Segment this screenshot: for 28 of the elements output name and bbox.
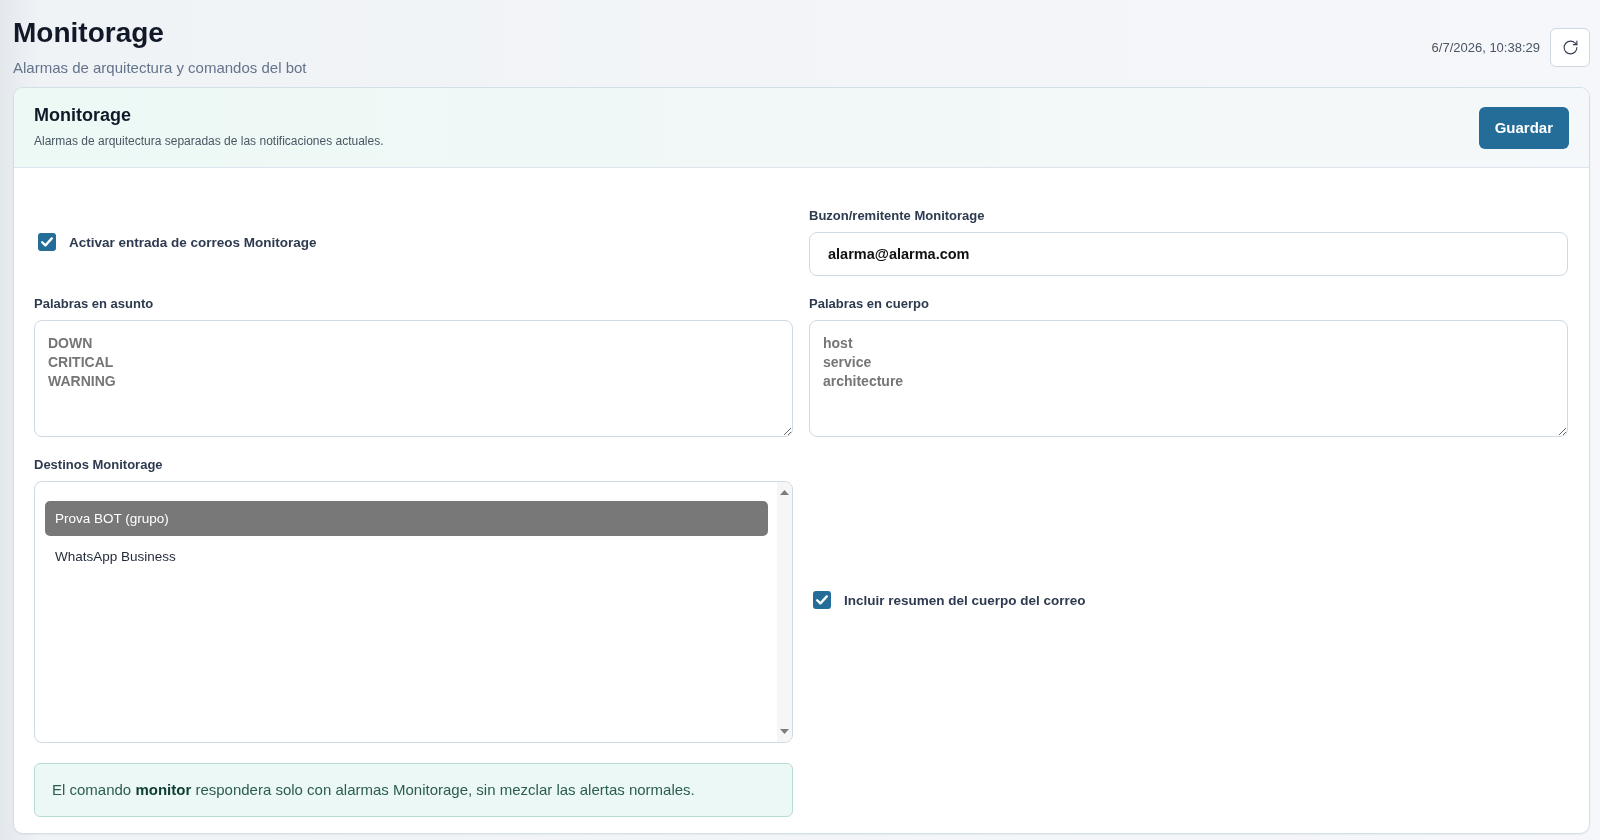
list-option[interactable]: Prova BOT (grupo) xyxy=(45,501,768,536)
checkmark-icon xyxy=(816,595,828,605)
checkbox-label: Incluir resumen del cuerpo del correo xyxy=(844,592,1086,608)
timestamp: 6/7/2026, 10:38:29 xyxy=(1431,39,1540,55)
field-label: Palabras en cuerpo xyxy=(809,296,930,312)
checkbox-label: Activar entrada de correos Monitorage xyxy=(69,234,317,250)
field-label: Destinos Monitorage xyxy=(34,457,164,473)
card-title: Monitorage xyxy=(34,104,132,127)
page-title: Monitorage xyxy=(13,16,165,50)
refresh-icon xyxy=(1561,38,1579,56)
page-subtitle: Alarmas de arquitectura y comandos del bot xyxy=(13,58,307,78)
list-box[interactable]: Prova BOT (grupo) WhatsApp Business xyxy=(34,481,793,743)
checkmark-icon xyxy=(41,237,53,247)
field-label: Palabras en asunto xyxy=(34,296,155,312)
list-option[interactable]: WhatsApp Business xyxy=(45,539,768,574)
input-field[interactable]: alarma@alarma.com xyxy=(809,232,1568,276)
scroll-down-icon[interactable] xyxy=(780,729,789,734)
textarea-field[interactable]: DOWN CRITICAL WARNING xyxy=(34,320,793,437)
info-message: El comando monitor respondera solo con alarmas Monitorage, sin mezclar las alertas normales. xyxy=(34,763,793,817)
textarea-field[interactable]: host service architecture xyxy=(809,320,1568,437)
save-button[interactable]: Guardar xyxy=(1478,106,1569,149)
checkbox[interactable] xyxy=(38,233,56,251)
card-description: Alarmas de arquitectura separadas de las notificaciones actuales. xyxy=(34,133,384,149)
field-label: Buzon/remitente Monitorage xyxy=(809,208,986,224)
scrollbar[interactable] xyxy=(777,482,792,742)
refresh-button[interactable] xyxy=(1550,27,1590,67)
checkbox[interactable] xyxy=(813,591,831,609)
scroll-up-icon[interactable] xyxy=(780,490,789,495)
